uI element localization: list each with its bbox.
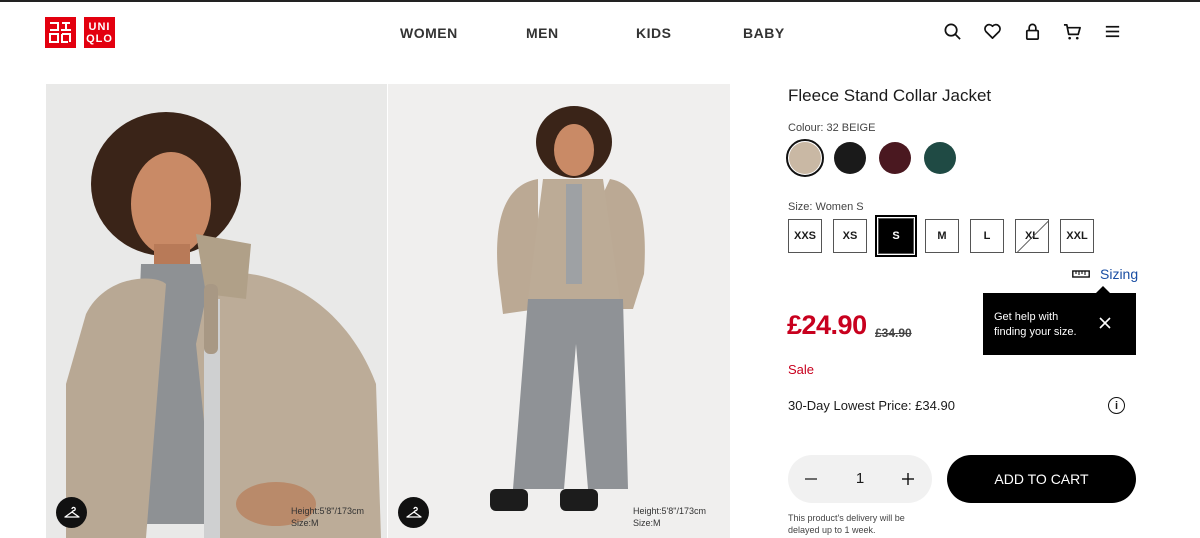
plus-icon	[902, 473, 914, 485]
nav-kids[interactable]: KIDS	[636, 25, 671, 41]
size-xl[interactable]: XL	[1015, 219, 1049, 253]
tooltip-line-1: Get help with	[994, 311, 1059, 323]
add-to-cart-button[interactable]: ADD TO CART	[947, 455, 1136, 503]
cart-icon[interactable]	[1063, 22, 1082, 41]
heart-icon[interactable]	[983, 22, 1002, 41]
info-icon[interactable]: i	[1108, 397, 1125, 414]
model-closeup-image	[46, 84, 387, 538]
sale-price: £24.90	[787, 310, 867, 340]
sizing-tooltip: Get help with finding your size.	[983, 286, 1136, 355]
swatch-green-dot	[924, 142, 956, 174]
size-xxl[interactable]: XXL	[1060, 219, 1094, 253]
quantity-decrease-button[interactable]	[801, 469, 821, 489]
quantity-stepper: 1	[788, 455, 932, 503]
sizing-link[interactable]: Sizing	[1072, 266, 1138, 282]
sizing-label: Sizing	[1100, 266, 1139, 282]
minus-icon	[805, 478, 817, 480]
model-size-1: Size:M	[291, 518, 319, 528]
nav-baby[interactable]: BABY	[743, 25, 785, 41]
colour-swatches	[786, 139, 959, 177]
swatch-wine[interactable]	[876, 139, 914, 177]
header-icons	[943, 22, 1122, 41]
swatch-black-dot	[834, 142, 866, 174]
model-caption-2: Height:5'8"/173cm Size:M	[633, 505, 706, 529]
hanger-icon	[63, 506, 80, 518]
swatch-green[interactable]	[921, 139, 959, 177]
swatch-black[interactable]	[831, 139, 869, 177]
tooltip-line-2: finding your size.	[994, 326, 1077, 338]
menu-icon[interactable]	[1103, 22, 1122, 41]
size-l[interactable]: L	[970, 219, 1004, 253]
size-s[interactable]: S	[875, 215, 917, 257]
nav-women[interactable]: WOMEN	[400, 25, 458, 41]
model-size-2: Size:M	[633, 518, 661, 528]
hanger-button-1[interactable]	[56, 497, 87, 528]
product-photo-fullbody[interactable]: Height:5'8"/173cm Size:M	[388, 84, 730, 538]
ruler-icon	[1072, 270, 1090, 278]
model-height-2: Height:5'8"/173cm	[633, 506, 706, 516]
swatch-wine-dot	[879, 142, 911, 174]
close-icon[interactable]	[1099, 317, 1111, 329]
lowest-price: 30-Day Lowest Price: £34.90	[788, 398, 955, 413]
size-xxs[interactable]: XXS	[788, 219, 822, 253]
model-fullbody-image	[388, 84, 730, 538]
size-label: Size: Women S	[788, 201, 864, 213]
top-border	[0, 0, 1200, 2]
swatch-beige-dot	[789, 142, 821, 174]
swatch-beige[interactable]	[786, 139, 824, 177]
search-icon[interactable]	[943, 22, 962, 41]
size-selector: XXS XS S M L XL XXL	[788, 215, 1094, 257]
model-caption-1: Height:5'8"/173cm Size:M	[291, 505, 364, 529]
delivery-note: This product's delivery will be delayed …	[788, 513, 905, 535]
quantity-increase-button[interactable]	[898, 469, 918, 489]
product-title: Fleece Stand Collar Jacket	[788, 86, 992, 105]
model-height-1: Height:5'8"/173cm	[291, 506, 364, 516]
sale-label: Sale	[788, 362, 815, 377]
hanger-icon	[405, 506, 422, 518]
quantity-value[interactable]: 1	[848, 470, 872, 487]
hanger-button-2[interactable]	[398, 497, 429, 528]
colour-label: Colour: 32 BEIGE	[788, 122, 876, 134]
product-photo-closeup[interactable]: Height:5'8"/173cm Size:M	[46, 84, 387, 538]
size-xs[interactable]: XS	[833, 219, 867, 253]
account-icon[interactable]	[1023, 22, 1042, 41]
original-price: £34.90	[875, 326, 912, 340]
size-m[interactable]: M	[925, 219, 959, 253]
nav-men[interactable]: MEN	[526, 25, 559, 41]
